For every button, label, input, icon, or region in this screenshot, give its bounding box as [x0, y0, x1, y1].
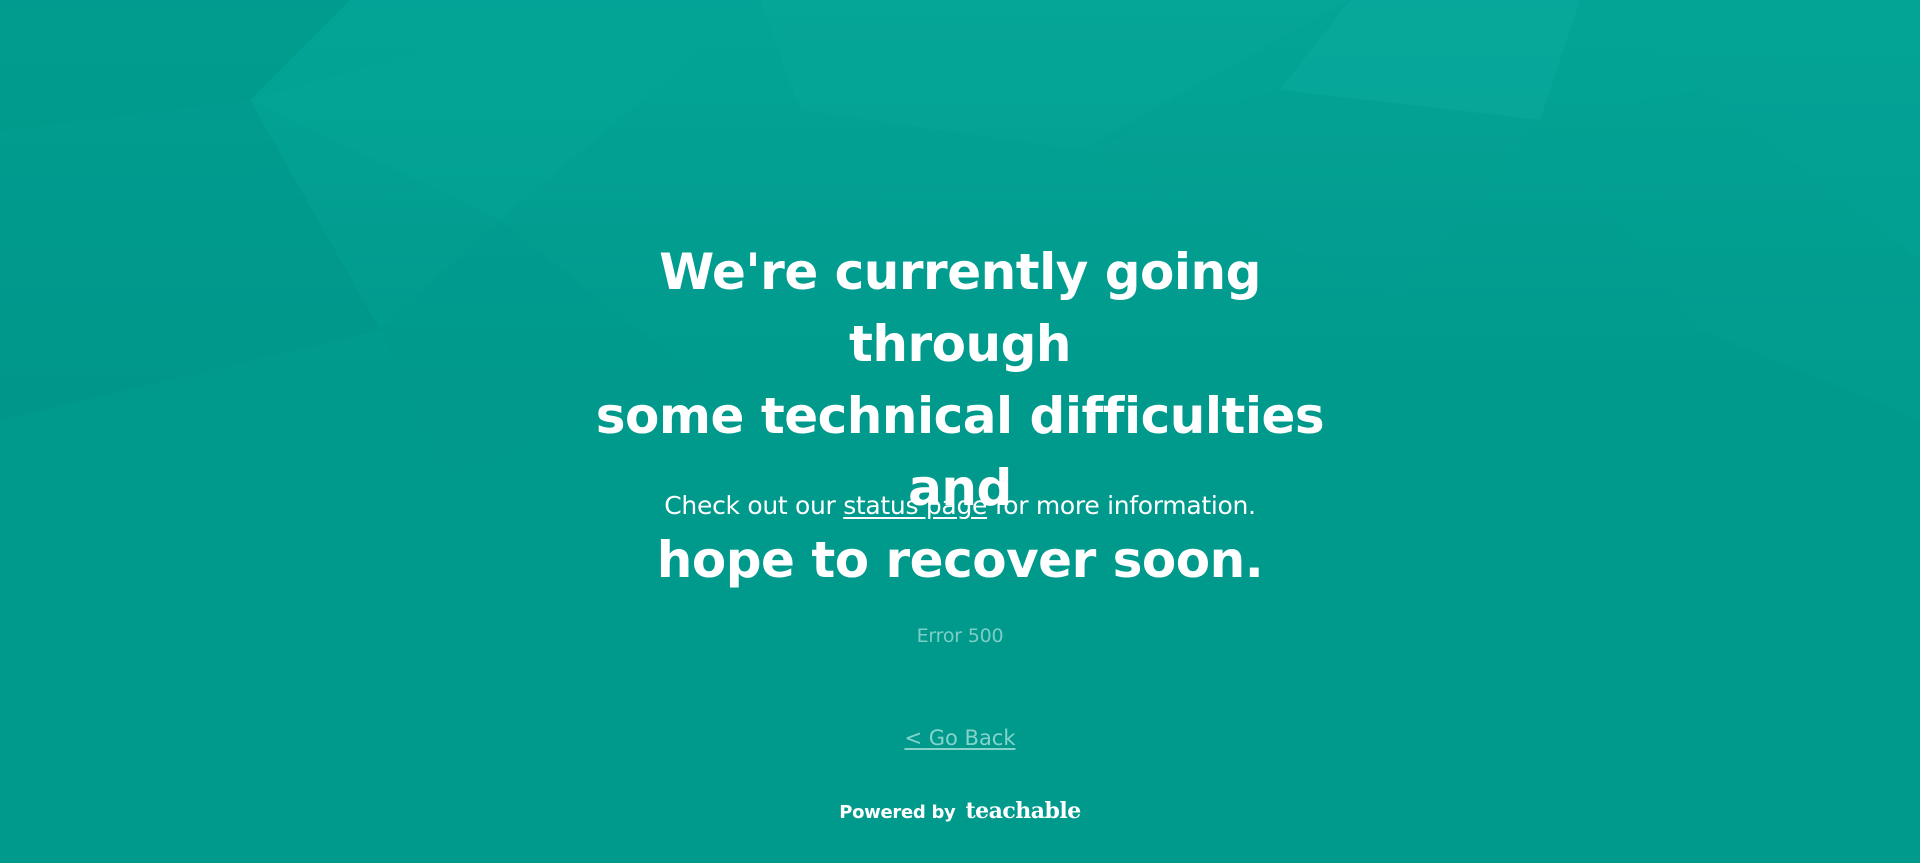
powered-by-label: Powered by — [839, 802, 956, 823]
error-code: Error 500 — [916, 625, 1004, 647]
page-headline: We're currently going through some techn… — [560, 236, 1360, 596]
error-page: We're currently going through some techn… — [0, 0, 1920, 863]
go-back-link[interactable]: < Go Back — [904, 726, 1015, 750]
headline-line-1: We're currently going through — [659, 243, 1261, 373]
status-page-link[interactable]: status page — [843, 491, 987, 520]
headline-line-3: hope to recover soon. — [656, 531, 1264, 589]
go-back-container: < Go Back — [810, 724, 1110, 752]
powered-by-footer: Powered by teachable — [760, 798, 1160, 824]
status-message-prefix: Check out our — [664, 491, 844, 520]
status-message-suffix: for more information. — [987, 491, 1256, 520]
status-message: Check out our status page for more infor… — [560, 488, 1360, 524]
teachable-logo[interactable]: teachable — [965, 798, 1081, 824]
